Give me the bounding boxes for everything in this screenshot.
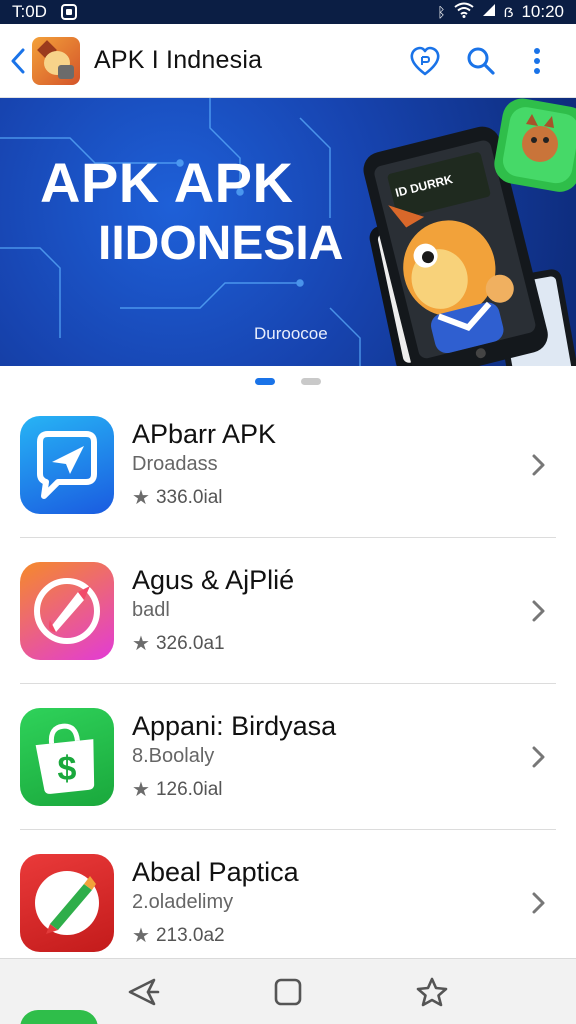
app-bar: APK I Indnesia <box>0 24 576 98</box>
app-logo[interactable] <box>32 36 80 85</box>
rating-text: 336.0ial <box>155 487 223 508</box>
app-rating: ★ 336.0ial <box>132 483 276 513</box>
search-icon[interactable] <box>464 44 498 78</box>
chevron-right-icon[interactable] <box>528 453 548 477</box>
back-icon[interactable] <box>124 972 164 1012</box>
heart-icon[interactable] <box>408 44 442 78</box>
svg-text:$: $ <box>58 750 77 788</box>
banner-caption: Duroocoe <box>254 324 328 343</box>
status-clock: 10:20 <box>521 2 564 21</box>
battery-icon: ẞ <box>503 4 514 20</box>
app-list: APbarr APK Droadass ★ 336.0ial Agus & Aj… <box>0 392 576 976</box>
list-item[interactable]: APbarr APK Droadass ★ 336.0ial <box>0 392 576 538</box>
app-subtitle: badl <box>132 599 170 621</box>
chevron-right-icon[interactable] <box>528 891 548 915</box>
list-item[interactable]: Abeal Paptica 2.oladelimy ★ 213.0a2 <box>0 830 576 976</box>
app-name: Appani: Birdyasa <box>132 711 337 741</box>
rating-text: 326.0a1 <box>155 633 225 654</box>
app-subtitle: Droadass <box>132 453 218 475</box>
carousel-dot-1[interactable] <box>255 377 275 385</box>
app-subtitle: 2.oladelimy <box>132 891 234 913</box>
rating-text: 126.0ial <box>155 779 223 800</box>
banner-subtitle: IIDONESIA <box>98 217 344 270</box>
rating-text: 213.0a2 <box>155 925 225 946</box>
paper-plane-chat-icon <box>20 416 114 514</box>
star-icon: ★ <box>132 925 150 947</box>
app-rating: ★ 326.0a1 <box>132 629 294 659</box>
home-square-icon[interactable] <box>268 972 308 1012</box>
list-item[interactable]: $ Appani: Birdyasa 8.Boolaly ★ 126.0ial <box>0 684 576 830</box>
bluetooth-icon: ᛒ <box>437 4 446 20</box>
carousel-indicator <box>0 370 576 392</box>
more-vert-icon[interactable] <box>520 44 554 78</box>
star-icon[interactable] <box>412 972 452 1012</box>
signal-icon <box>482 2 496 22</box>
app-name: Agus & AjPlié <box>132 565 295 595</box>
star-icon: ★ <box>132 633 150 655</box>
banner-title: APK APK <box>40 151 294 214</box>
status-bar: T:0D ᛒ ẞ 10:20 <box>0 0 576 24</box>
app-subtitle: 8.Boolaly <box>132 745 215 767</box>
star-icon: ★ <box>132 779 150 801</box>
back-chevron-icon[interactable] <box>4 41 32 81</box>
chevron-right-icon[interactable] <box>528 745 548 769</box>
app-title: APK I Indnesia <box>94 46 263 74</box>
carousel-dot-2[interactable] <box>301 377 321 385</box>
notification-icon <box>60 4 77 20</box>
shopping-bag-dollar-icon: $ <box>20 708 114 806</box>
app-name: APbarr APK <box>132 419 277 449</box>
partial-app-icon <box>20 1010 98 1024</box>
app-rating: ★ 126.0ial <box>132 775 336 805</box>
list-item[interactable]: Agus & AjPlié badl ★ 326.0a1 <box>0 538 576 684</box>
status-time: T:0D <box>12 2 47 21</box>
chevron-right-icon[interactable] <box>528 599 548 623</box>
promo-banner[interactable]: APK APK IIDONESIA ID DURRK Duroocoe <box>0 98 576 366</box>
star-icon: ★ <box>132 487 150 509</box>
wifi-icon <box>453 2 474 23</box>
pen-icon <box>20 854 114 952</box>
app-name: Abeal Paptica <box>132 857 299 887</box>
app-rating: ★ 213.0a2 <box>132 921 299 951</box>
rocket-icon <box>20 562 114 660</box>
